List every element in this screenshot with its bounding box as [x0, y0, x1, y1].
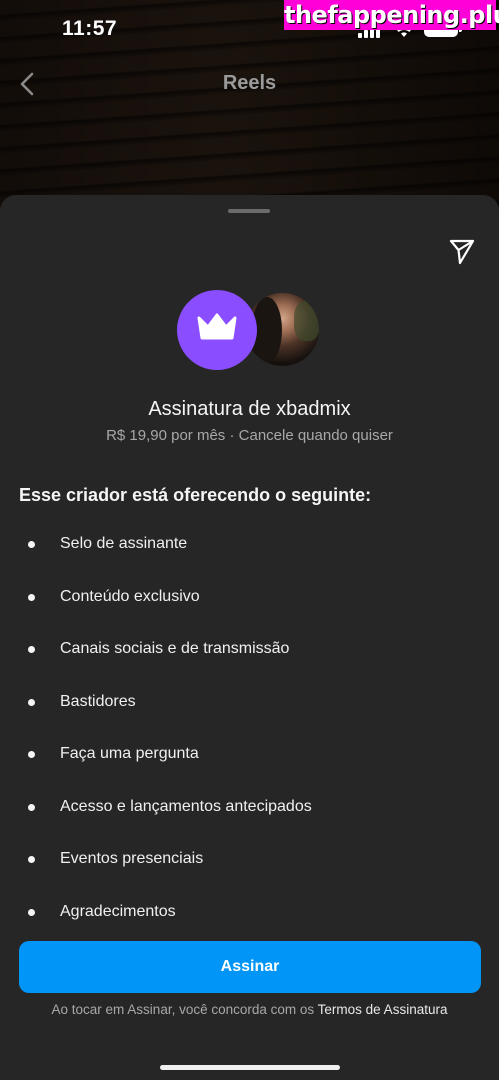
status-time: 11:57 [62, 17, 118, 40]
list-item: Eventos presenciais [0, 847, 499, 900]
list-item: Acesso e lançamentos antecipados [0, 795, 499, 848]
bullet-icon [28, 646, 35, 653]
sheet-drag-handle[interactable] [228, 209, 270, 213]
bullet-icon [28, 751, 35, 758]
watermark-banner: thefappening.plus [284, 0, 499, 30]
bullet-icon [28, 698, 35, 706]
list-item: Faça uma pergunta [0, 742, 499, 795]
list-item: Conteúdo exclusivo [0, 585, 499, 638]
benefit-label: Eventos presenciais [60, 850, 204, 867]
benefit-label: Acesso e lançamentos antecipados [60, 797, 312, 815]
benefit-label: Selo de assinante [60, 535, 188, 552]
list-item: Canais sociais e de transmissão [0, 637, 499, 690]
subscription-sheet: Assinatura de xbadmix R$ 19,90 por mês ·… [0, 195, 499, 1080]
page-title: Reels [222, 72, 277, 94]
benefits-heading: Esse criador está oferecendo o seguinte: [19, 485, 372, 505]
subscription-price: R$ 19,90 por mês · Cancele quando quiser [106, 427, 393, 444]
benefit-label: Canais sociais e de transmissão [60, 640, 290, 657]
subscriber-badge [177, 290, 257, 370]
terms-text: Ao tocar em Assinar, você concorda com o… [51, 1002, 318, 1017]
bullet-icon [28, 908, 35, 916]
terms-link[interactable]: Termos de Assinatura [318, 1002, 448, 1017]
benefit-label: Faça uma pergunta [60, 745, 199, 762]
subscription-title: Assinatura de xbadmix [148, 398, 351, 420]
benefit-label: Agradecimentos [60, 902, 176, 920]
list-item: Bastidores [0, 690, 499, 743]
home-indicator[interactable] [160, 1065, 340, 1070]
list-item: Selo de assinante [0, 532, 499, 585]
crown-icon [197, 313, 237, 340]
subscribe-button[interactable]: Assinar [19, 941, 481, 993]
bullet-icon [28, 803, 35, 811]
benefit-list: Selo de assinante Conteúdo exclusivo Can… [0, 532, 499, 952]
paper-plane-icon[interactable] [448, 237, 476, 265]
bullet-icon [28, 541, 35, 548]
terms-notice: Ao tocar em Assinar, você concorda com o… [0, 1002, 499, 1017]
bullet-icon [28, 593, 35, 601]
benefit-label: Conteúdo exclusivo [60, 587, 200, 605]
benefit-label: Bastidores [60, 692, 136, 710]
bullet-icon [28, 856, 35, 863]
